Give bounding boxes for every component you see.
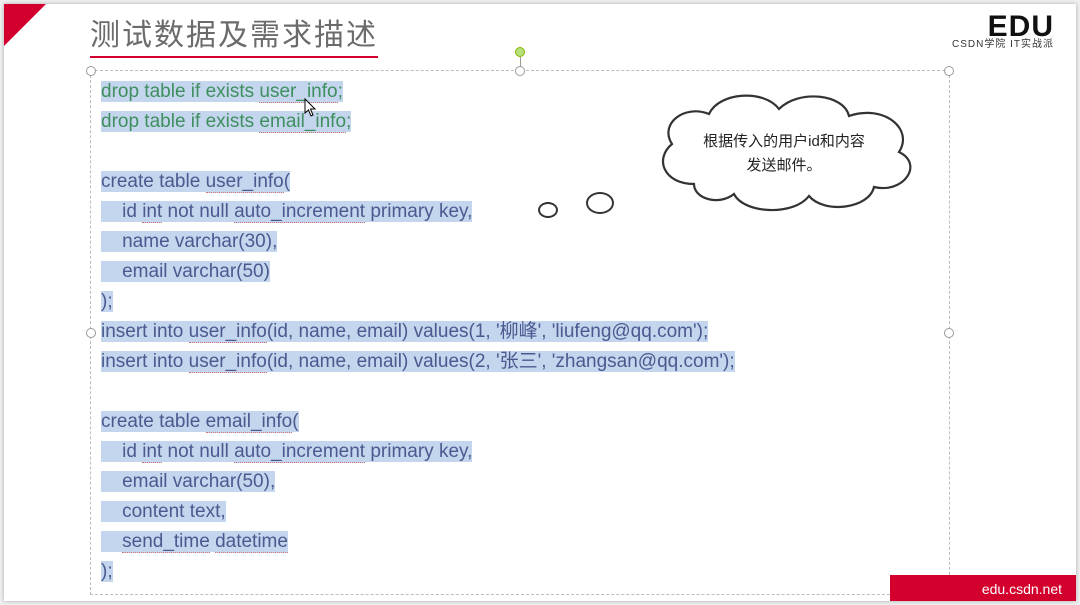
slide: 测试数据及需求描述 EDU CSDN学院 IT实战派 drop table if… — [4, 4, 1076, 601]
footer-banner: edu.csdn.net — [866, 575, 1076, 601]
footer-url: edu.csdn.net — [982, 581, 1062, 597]
resize-handle-top-right[interactable] — [944, 66, 954, 76]
resize-handle-top-left[interactable] — [86, 66, 96, 76]
corner-accent — [4, 4, 46, 46]
logo-sub: CSDN学院 IT实战派 — [952, 40, 1054, 50]
logo: EDU CSDN学院 IT实战派 — [952, 12, 1054, 50]
resize-handle-mid-left[interactable] — [86, 328, 96, 338]
cloud-bubble-2 — [538, 202, 558, 218]
cloud-bubble-1 — [586, 192, 614, 214]
resize-handle-mid-right[interactable] — [944, 328, 954, 338]
thought-cloud[interactable]: 根据传入的用户id和内容 发送邮件。 — [524, 84, 944, 254]
slide-title: 测试数据及需求描述 — [90, 10, 378, 58]
rotate-handle[interactable] — [515, 47, 525, 57]
cloud-text: 根据传入的用户id和内容 发送邮件。 — [674, 130, 894, 178]
resize-handle-top-mid[interactable] — [515, 66, 525, 76]
logo-main: EDU — [952, 12, 1054, 42]
